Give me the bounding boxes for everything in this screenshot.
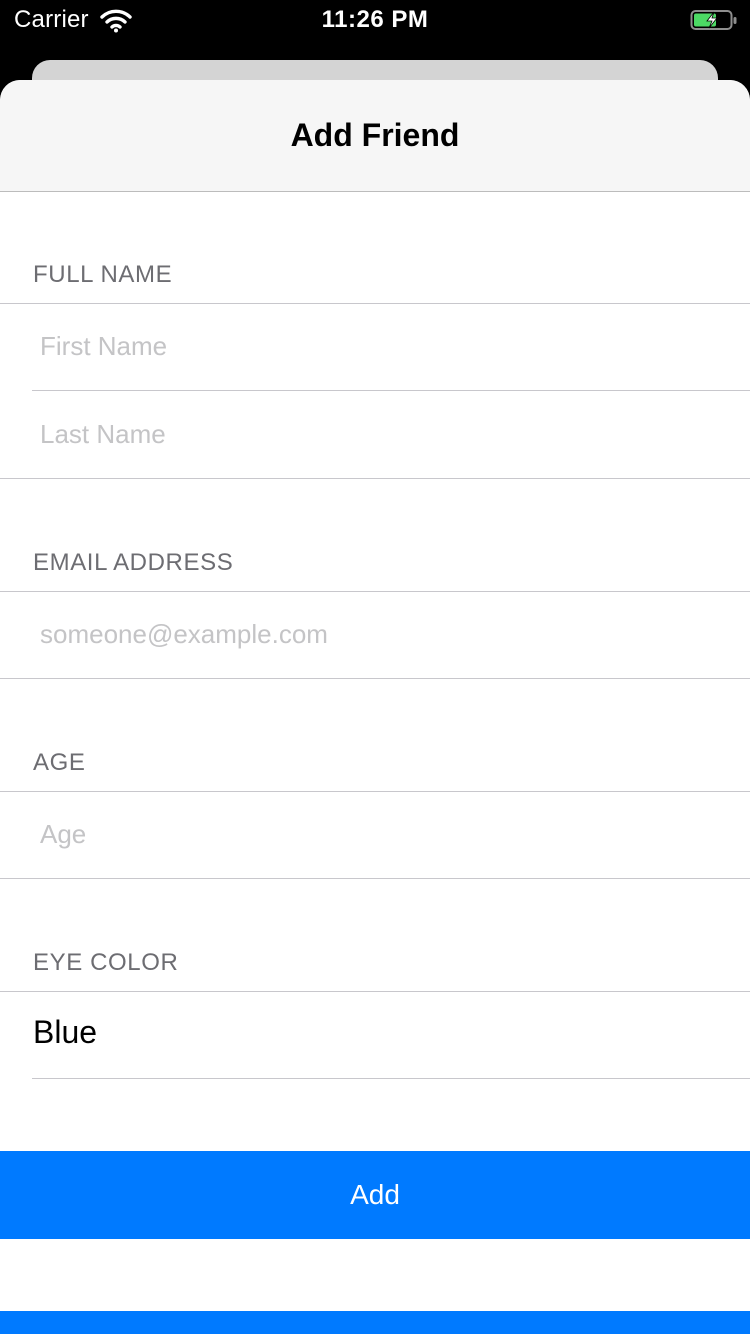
age-field[interactable]: [40, 804, 730, 864]
separator: [0, 478, 750, 479]
section-header-eye-color: EYE COLOR: [33, 949, 179, 976]
email-field[interactable]: [40, 604, 730, 664]
separator: [0, 303, 750, 304]
separator: [32, 1078, 750, 1079]
separator: [0, 791, 750, 792]
status-bar: Carrier 11:26 PM: [0, 0, 750, 42]
section-header-full-name: FULL NAME: [33, 261, 173, 288]
eye-color-value: Blue: [33, 1014, 98, 1050]
separator: [0, 878, 750, 879]
last-name-field[interactable]: [40, 404, 730, 464]
separator: [0, 591, 750, 592]
section-header-email: EMAIL ADDRESS: [33, 549, 234, 576]
first-name-field[interactable]: [40, 316, 730, 376]
page-title: Add Friend: [290, 117, 460, 153]
bottom-button-strip: [0, 1311, 750, 1334]
status-time: 11:26 PM: [321, 6, 429, 33]
add-friend-sheet: Add Friend FULL NAME EMAIL ADDRESS AGE E…: [0, 80, 750, 1334]
navigation-bar: Add Friend: [0, 80, 750, 192]
separator: [0, 678, 750, 679]
section-header-age: AGE: [33, 749, 86, 776]
eye-color-picker[interactable]: Blue: [0, 992, 750, 1078]
separator: [32, 390, 750, 391]
add-button[interactable]: Add: [0, 1151, 750, 1239]
battery-charging-icon: [690, 10, 737, 30]
